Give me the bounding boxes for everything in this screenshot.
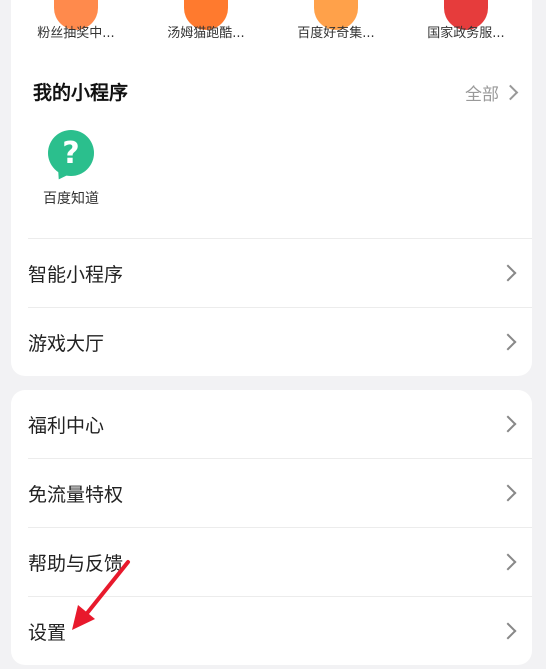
menu-item-help-feedback[interactable]: 帮助与反馈 <box>11 528 532 596</box>
see-all-label: 全部 <box>465 85 499 105</box>
menu-item-label: 免流量特权 <box>28 483 124 506</box>
question-bubble-icon: ? <box>48 130 94 176</box>
menu-card: 福利中心 免流量特权 帮助与反馈 设置 <box>11 390 532 665</box>
chevron-right-icon <box>499 622 517 640</box>
menu-item-label: 设置 <box>28 621 67 644</box>
chevron-right-icon <box>502 84 519 101</box>
menu-item-smart-mini-program[interactable]: 智能小程序 <box>11 239 532 307</box>
chevron-right-icon <box>499 264 517 282</box>
recent-program-label: 百度好奇集... <box>297 26 375 41</box>
recent-program-label: 国家政务服... <box>427 26 505 41</box>
chevron-right-icon <box>499 333 517 351</box>
menu-item-label: 帮助与反馈 <box>28 552 124 575</box>
menu-item-label: 福利中心 <box>28 414 105 437</box>
section-title: 我的小程序 <box>33 82 129 104</box>
menu-item-settings[interactable]: 设置 <box>11 597 532 665</box>
mini-program-tile[interactable]: ? 百度知道 <box>39 130 103 208</box>
menu-item-label: 智能小程序 <box>28 263 124 286</box>
chevron-right-icon <box>499 484 517 502</box>
recent-programs-row: 粉丝抽奖中... 汤姆猫跑酷... 百度好奇集... 国家政务服... <box>11 0 532 42</box>
see-all-link[interactable]: 全部 <box>465 80 519 105</box>
menu-item-free-data[interactable]: 免流量特权 <box>11 459 532 527</box>
mini-program-card: 粉丝抽奖中... 汤姆猫跑酷... 百度好奇集... 国家政务服... 我的小程… <box>11 0 532 376</box>
chevron-right-icon <box>499 415 517 433</box>
recent-program-label: 汤姆猫跑酷... <box>167 26 245 41</box>
menu-item-label: 游戏大厅 <box>28 332 105 355</box>
mini-program-label: 百度知道 <box>43 191 99 207</box>
menu-item-welfare-center[interactable]: 福利中心 <box>11 390 532 458</box>
recent-program-label: 粉丝抽奖中... <box>37 26 115 41</box>
chevron-right-icon <box>499 553 517 571</box>
menu-item-game-hall[interactable]: 游戏大厅 <box>11 308 532 376</box>
